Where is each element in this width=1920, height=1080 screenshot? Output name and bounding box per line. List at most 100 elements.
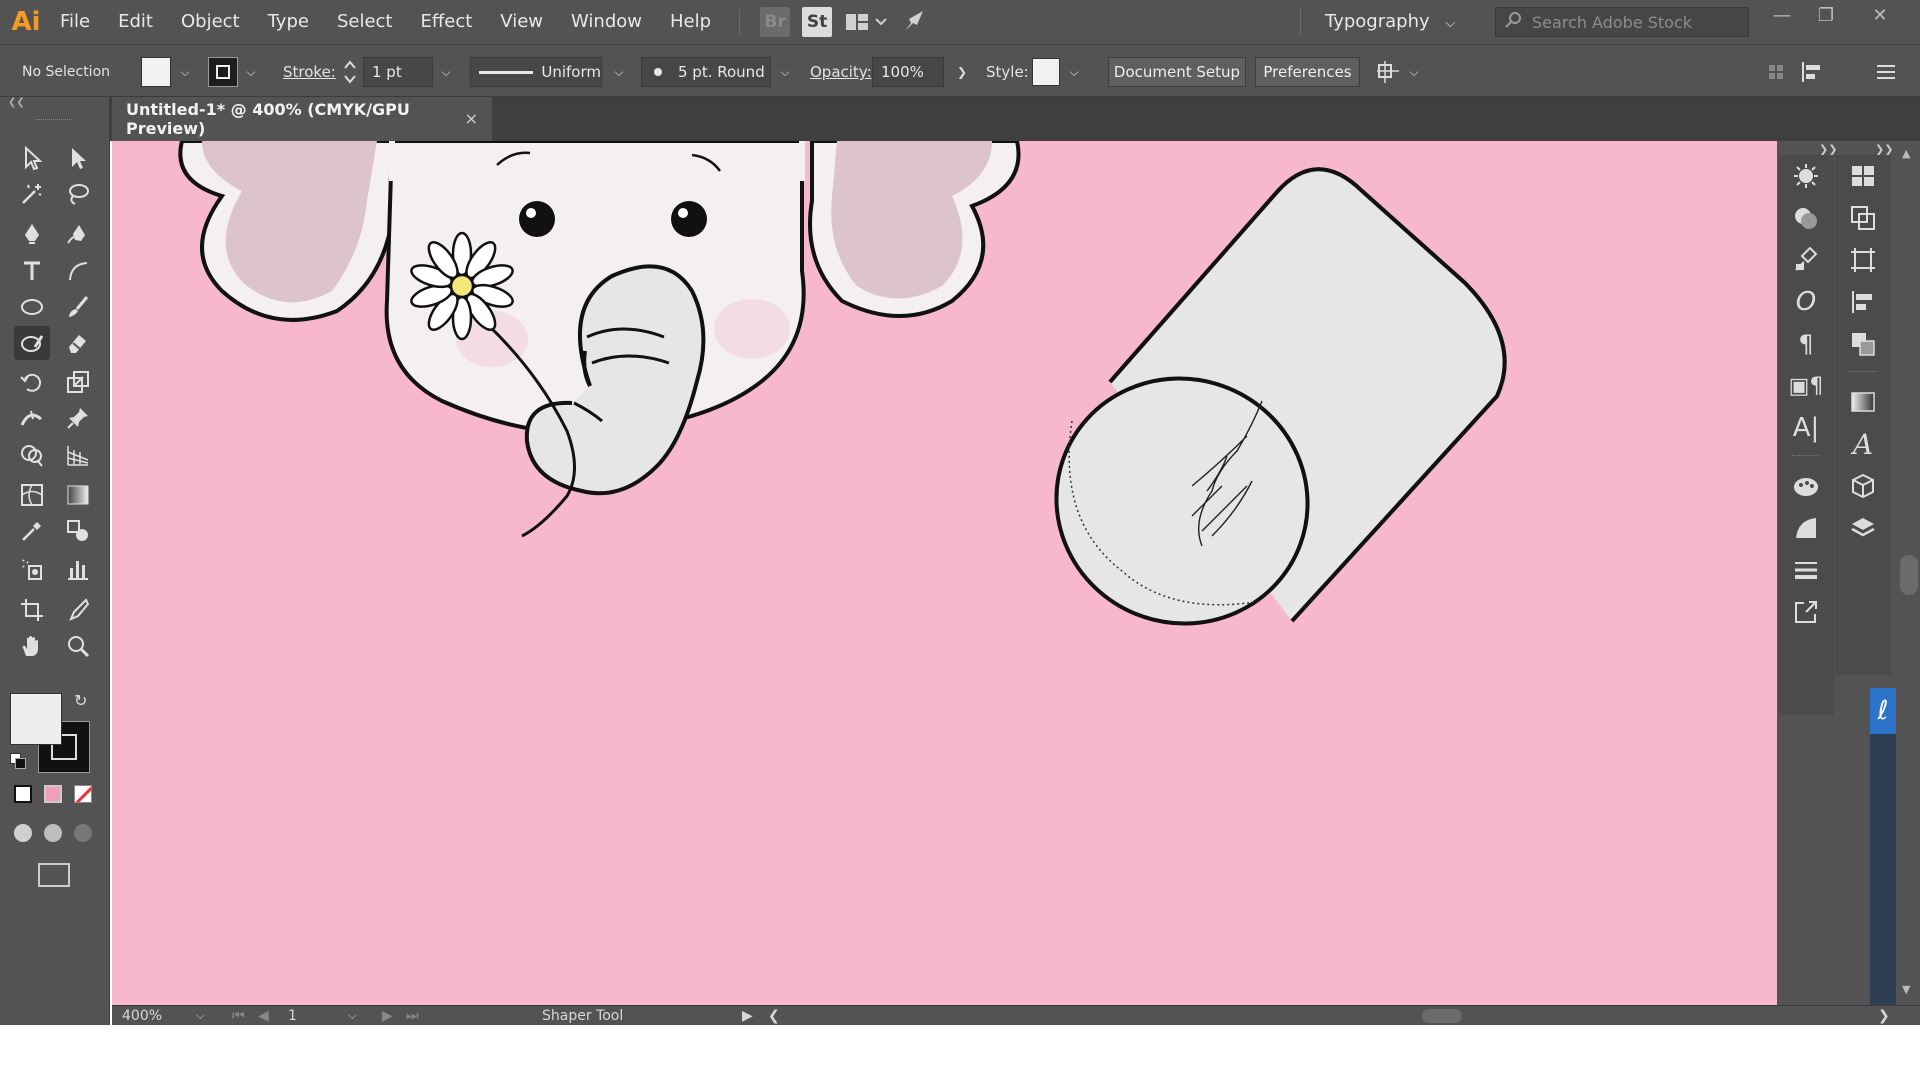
stroke-panel-button[interactable] (1778, 549, 1834, 591)
opacity-label[interactable]: Opacity: (810, 57, 872, 87)
document-tab[interactable]: Untitled-1* @ 400% (CMYK/GPU Preview) × (112, 97, 492, 141)
none-mode-button[interactable] (74, 785, 92, 803)
preferences-button[interactable]: Preferences (1255, 57, 1360, 87)
paragraph-styles-panel-button[interactable]: ▣¶ (1778, 365, 1834, 407)
restore-button[interactable]: ❐ (1804, 0, 1848, 30)
next-artboard-button[interactable]: ▶ (382, 1006, 393, 1026)
cylinder-shape[interactable] (1022, 167, 1507, 726)
width-tool[interactable] (14, 401, 50, 435)
vertical-scroll-thumb[interactable] (1900, 555, 1918, 595)
menu-effect[interactable]: Effect (406, 0, 486, 44)
line-segment-tool[interactable] (60, 254, 96, 288)
gradient-panel-button[interactable] (1835, 381, 1891, 423)
libraries-panel-button[interactable] (1835, 155, 1891, 197)
opacity-field[interactable]: 100% (872, 57, 944, 87)
arrange-button[interactable] (1375, 57, 1401, 87)
workspace-switcher[interactable]: Typography ⌵ (1325, 0, 1455, 44)
gradient-tool[interactable] (60, 478, 96, 512)
artboard-tool[interactable] (14, 593, 50, 627)
variable-width-profile[interactable]: Uniform (470, 57, 602, 87)
character-panel-button[interactable]: A| (1778, 407, 1834, 449)
direct-selection-tool[interactable] (60, 141, 96, 175)
scroll-left-button[interactable]: ❮ (768, 1006, 780, 1026)
draw-inside-icon[interactable] (74, 824, 92, 842)
menu-object[interactable]: Object (167, 0, 254, 44)
gradient-mode-button[interactable] (44, 785, 62, 803)
stroke-label[interactable]: Stroke: (283, 57, 336, 87)
shaper-tool[interactable] (14, 326, 50, 360)
isolate-button[interactable] (1766, 57, 1786, 87)
collapse-panel-icon[interactable]: ❮❮ (0, 97, 109, 111)
close-tab-button[interactable]: × (465, 97, 478, 141)
hand-tool[interactable] (14, 629, 50, 663)
character-styles-panel-button[interactable]: A (1835, 423, 1891, 465)
draw-behind-icon[interactable] (44, 824, 62, 842)
layers-panel-button[interactable] (1835, 507, 1891, 549)
menu-type[interactable]: Type (254, 0, 323, 44)
arrange-documents-button[interactable] (844, 7, 888, 37)
symbols-panel-button[interactable] (1778, 239, 1834, 281)
paragraph-panel-button[interactable]: ¶ (1778, 323, 1834, 365)
status-menu-button[interactable]: ▶ (742, 1006, 753, 1026)
stroke-swatch[interactable] (208, 57, 238, 87)
brush-definition[interactable]: 5 pt. Round (641, 57, 771, 87)
color-mode-button[interactable] (14, 785, 32, 803)
profile-dropdown[interactable]: ⌵ (608, 57, 630, 87)
change-screen-mode-icon[interactable] (38, 863, 70, 887)
symbol-sprayer-tool[interactable] (14, 552, 50, 586)
menu-help[interactable]: Help (656, 0, 725, 44)
lasso-tool[interactable] (60, 177, 96, 211)
fill-swatch[interactable] (141, 57, 171, 87)
slice-tool[interactable] (60, 593, 96, 627)
mesh-tool[interactable] (14, 478, 50, 512)
curvature-tool[interactable] (60, 217, 96, 251)
paintbrush-tool[interactable] (60, 290, 96, 324)
elephant-illustration[interactable] (178, 141, 1021, 538)
panel-menu-button[interactable] (1875, 57, 1897, 87)
menu-window[interactable]: Window (557, 0, 656, 44)
transform-panel-button[interactable] (1835, 239, 1891, 281)
default-fill-stroke-icon[interactable] (10, 753, 26, 769)
search-stock-input[interactable]: Search Adobe Stock (1495, 7, 1749, 37)
3d-panel-button[interactable] (1835, 465, 1891, 507)
puppet-warp-tool[interactable] (60, 401, 96, 435)
magic-wand-tool[interactable] (14, 177, 50, 211)
creative-cloud-libraries-button[interactable]: ℓ (1870, 688, 1896, 734)
eraser-tool[interactable] (60, 326, 96, 360)
eyedropper-tool[interactable] (14, 514, 50, 548)
style-dropdown[interactable]: ⌵ (1063, 57, 1085, 87)
stroke-dropdown[interactable]: ⌵ (240, 57, 262, 87)
glyphs-panel-button[interactable]: O (1778, 281, 1834, 323)
last-artboard-button[interactable]: ⏭ (406, 1006, 419, 1026)
align-panel-button[interactable] (1835, 281, 1891, 323)
layers-arrange-panel-button[interactable] (1835, 323, 1891, 365)
brushes-panel-button[interactable] (1778, 507, 1834, 549)
artboard-number-field[interactable]: 1 (288, 1006, 297, 1026)
menu-edit[interactable]: Edit (104, 0, 167, 44)
menu-select[interactable]: Select (323, 0, 407, 44)
perspective-grid-tool[interactable] (60, 438, 96, 472)
gpu-performance-button[interactable] (900, 7, 930, 37)
previous-artboard-button[interactable]: ◀ (258, 1006, 269, 1026)
menu-file[interactable]: File (46, 0, 104, 44)
appearance-panel-button[interactable] (1778, 197, 1834, 239)
stroke-stepper[interactable] (342, 57, 358, 87)
type-tool[interactable] (14, 254, 50, 288)
brush-dropdown[interactable]: ⌵ (774, 57, 796, 87)
fill-dropdown[interactable]: ⌵ (174, 57, 196, 87)
pen-tool[interactable] (14, 217, 50, 251)
zoom-tool[interactable] (60, 629, 96, 663)
scale-tool[interactable] (60, 365, 96, 399)
fill-color-swatch[interactable] (10, 693, 62, 745)
zoom-dropdown[interactable]: ⌵ (196, 1006, 204, 1026)
scroll-up-icon[interactable]: ▲ (1902, 147, 1910, 160)
shape-builder-tool[interactable] (14, 438, 50, 472)
rotate-tool[interactable] (14, 365, 50, 399)
stroke-weight-field[interactable]: 1 pt (363, 57, 433, 87)
close-window-button[interactable]: ✕ (1858, 0, 1902, 30)
swap-fill-stroke-icon[interactable]: ↻ (74, 691, 87, 710)
document-setup-button[interactable]: Document Setup (1108, 57, 1246, 87)
column-graph-tool[interactable] (60, 552, 96, 586)
blend-tool[interactable] (60, 514, 96, 548)
scroll-right-button[interactable]: ❯ (1878, 1006, 1890, 1026)
